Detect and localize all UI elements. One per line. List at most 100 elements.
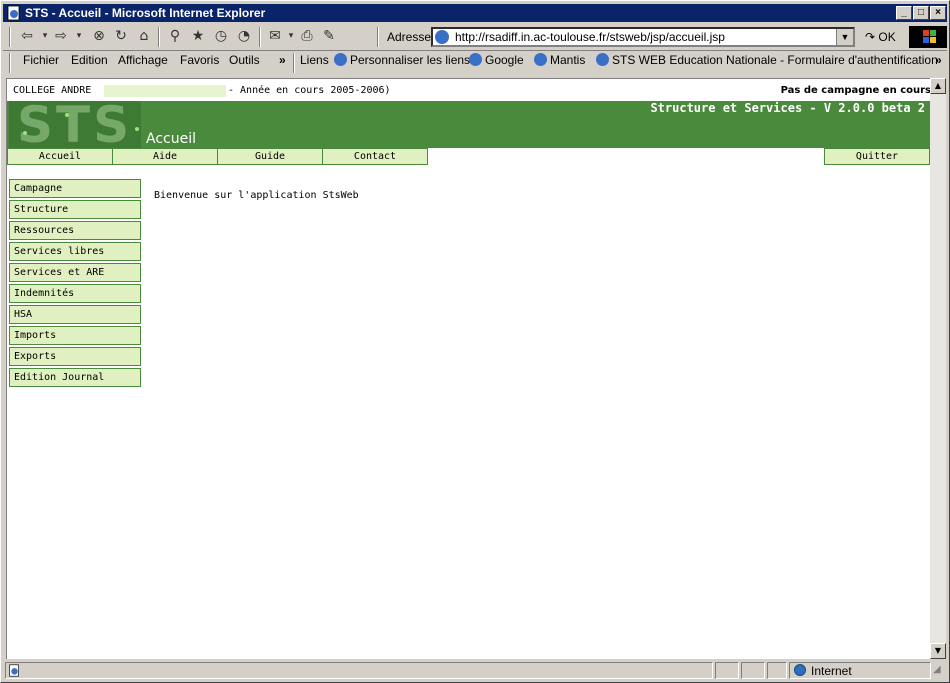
- back-icon[interactable]: ⇦: [19, 28, 35, 44]
- favorites-icon[interactable]: ★: [190, 28, 206, 44]
- mail-icon[interactable]: ✉: [267, 28, 283, 44]
- toolbar-separator: [259, 27, 261, 47]
- logo-dot: [23, 131, 27, 135]
- media-icon[interactable]: ◔: [236, 28, 252, 44]
- menu-and-links-bar: Fichier Edition Affichage Favoris Outils…: [3, 50, 947, 73]
- link-personnaliser-label: Personnaliser les liens: [350, 53, 471, 67]
- resize-grip-icon[interactable]: ◢: [933, 664, 941, 675]
- ie-link-icon: [334, 53, 347, 66]
- ie-page-icon: [7, 5, 20, 21]
- links-separator: [293, 53, 295, 73]
- address-url[interactable]: http://rsadiff.in.ac-toulouse.fr/stsweb/…: [455, 29, 725, 45]
- home-icon[interactable]: ⌂: [136, 28, 152, 44]
- menu-more-chevron-icon[interactable]: »: [279, 53, 286, 67]
- minimize-button[interactable]: _: [896, 6, 912, 20]
- menu-fichier[interactable]: Fichier: [23, 53, 59, 67]
- refresh-icon[interactable]: ↻: [113, 28, 129, 44]
- scroll-up-icon[interactable]: ▲: [930, 78, 946, 94]
- menu-outils[interactable]: Outils: [229, 53, 260, 67]
- menu-services-et-are[interactable]: Services et ARE: [9, 263, 141, 282]
- quit-button[interactable]: Quitter: [824, 148, 930, 165]
- browser-window: STS - Accueil - Microsoft Internet Explo…: [0, 0, 950, 683]
- page-viewport: COLLEGE ANDRE - Année en cours 2005-2006…: [6, 78, 931, 659]
- security-zone: Internet: [811, 664, 852, 678]
- go-button[interactable]: ↷ OK: [865, 30, 896, 44]
- menu-services-libres[interactable]: Services libres: [9, 242, 141, 261]
- vertical-scrollbar[interactable]: ▲ ▼: [930, 78, 946, 659]
- forward-dropdown-icon[interactable]: ▾: [71, 28, 87, 44]
- menu-indemnites[interactable]: Indemnités: [9, 284, 141, 303]
- header-banner: STS Structure et Services - V 2.0.0 beta…: [7, 101, 931, 148]
- ie-link-icon: [469, 53, 482, 66]
- menu-imports[interactable]: Imports: [9, 326, 141, 345]
- close-button[interactable]: ×: [930, 6, 946, 20]
- mail-dropdown-icon[interactable]: ▾: [283, 28, 299, 44]
- print-icon[interactable]: ⎙: [299, 28, 315, 44]
- link-stsweb[interactable]: STS WEB Education Nationale - Formulaire…: [596, 53, 938, 67]
- go-label: OK: [878, 30, 896, 44]
- menu-ressources[interactable]: Ressources: [9, 221, 141, 240]
- current-year: - Année en cours 2005-2006): [228, 85, 391, 96]
- toolbar-grip: [9, 27, 11, 47]
- status-text-cell: [5, 662, 713, 679]
- menu-exports[interactable]: Exports: [9, 347, 141, 366]
- link-google[interactable]: Google: [469, 53, 524, 67]
- menu-campagne[interactable]: Campagne: [9, 179, 141, 198]
- address-field[interactable]: http://rsadiff.in.ac-toulouse.fr/stsweb/…: [431, 27, 855, 47]
- edit-icon[interactable]: ✎: [321, 28, 337, 44]
- back-dropdown-icon[interactable]: ▾: [37, 28, 53, 44]
- status-bar: Internet ◢: [3, 661, 947, 681]
- campaign-status: Pas de campagne en cours: [780, 85, 931, 96]
- menubar-grip: [9, 53, 11, 73]
- links-more-chevron-icon[interactable]: »: [935, 53, 942, 67]
- globe-icon: [794, 664, 806, 676]
- stop-icon[interactable]: ⊗: [91, 28, 107, 44]
- toolbar-separator: [377, 27, 379, 47]
- menu-favoris[interactable]: Favoris: [180, 53, 219, 67]
- scroll-down-icon[interactable]: ▼: [930, 643, 946, 659]
- forward-icon[interactable]: ⇨: [53, 28, 69, 44]
- menu-structure[interactable]: Structure: [9, 200, 141, 219]
- zone-cell: Internet: [789, 662, 931, 679]
- nav-contact[interactable]: Contact: [322, 148, 428, 165]
- college-name: COLLEGE ANDRE: [13, 85, 92, 96]
- standard-toolbar: ⇦ ▾ ⇨ ▾ ⊗ ↻ ⌂ ⚲ ★ ◷ ◔ ✉ ▾ ⎙ ✎ Adresse ht…: [3, 24, 947, 51]
- link-personnaliser[interactable]: Personnaliser les liens: [334, 53, 470, 67]
- history-icon[interactable]: ◷: [213, 28, 229, 44]
- page-title: Accueil: [146, 131, 196, 147]
- menu-edition[interactable]: Edition: [71, 53, 108, 67]
- window-title: STS - Accueil - Microsoft Internet Explo…: [25, 6, 266, 20]
- page-done-icon: [9, 664, 19, 677]
- menu-edition-journal[interactable]: Edition Journal: [9, 368, 141, 387]
- maximize-button[interactable]: □: [913, 6, 929, 20]
- page-icon: [435, 30, 449, 44]
- link-google-label: Google: [485, 53, 524, 67]
- search-icon[interactable]: ⚲: [167, 28, 183, 44]
- menu-affichage[interactable]: Affichage: [118, 53, 168, 67]
- link-mantis-label: Mantis: [550, 53, 586, 67]
- sts-logo-text: STS: [17, 101, 133, 148]
- welcome-message: Bienvenue sur l'application StsWeb: [154, 190, 359, 201]
- go-arrow-icon: ↷: [865, 30, 876, 44]
- college-name-highlight: [104, 85, 226, 97]
- title-bar: STS - Accueil - Microsoft Internet Explo…: [3, 4, 947, 22]
- ie-link-icon: [534, 53, 547, 66]
- sts-logo: STS: [9, 101, 141, 148]
- links-label: Liens: [300, 53, 329, 67]
- nav-accueil[interactable]: Accueil: [7, 148, 113, 165]
- link-stsweb-label: STS WEB Education Nationale - Formulaire…: [612, 53, 938, 67]
- nav-guide[interactable]: Guide: [217, 148, 323, 165]
- status-cell: [715, 662, 739, 679]
- logo-dot: [135, 127, 139, 131]
- top-nav: Accueil Aide Guide Contact Quitter: [7, 148, 931, 165]
- status-cell: [767, 662, 787, 679]
- header-info-line: COLLEGE ANDRE - Année en cours 2005-2006…: [7, 83, 931, 99]
- address-label: Adresse: [387, 30, 432, 44]
- link-mantis[interactable]: Mantis: [534, 53, 585, 67]
- chevron-down-icon[interactable]: ▼: [836, 29, 853, 45]
- toolbar-separator: [158, 27, 160, 47]
- menu-hsa[interactable]: HSA: [9, 305, 141, 324]
- nav-aide[interactable]: Aide: [112, 148, 218, 165]
- status-cell: [741, 662, 765, 679]
- windows-logo-icon: [909, 26, 947, 48]
